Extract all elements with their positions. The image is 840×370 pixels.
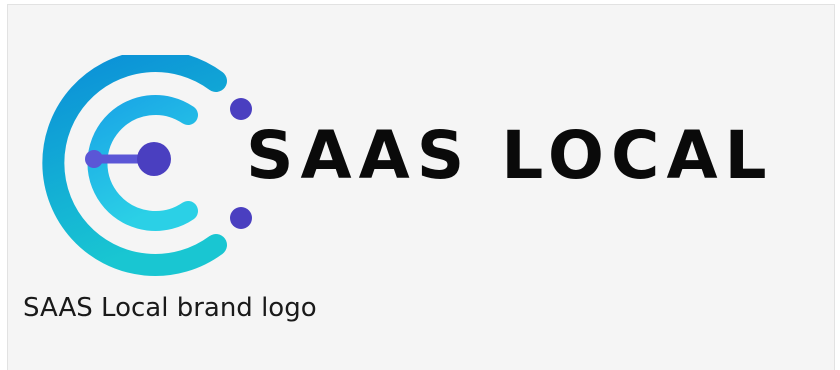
logo-area: SAAS LOCAL [8,5,834,285]
small-node-shape [85,150,103,168]
bottom-dot-shape [230,207,252,229]
saas-local-logo-mark-icon [42,55,252,276]
image-caption: SAAS Local brand logo [23,293,317,323]
main-node-shape [137,142,171,176]
logo-wordmark: SAAS LOCAL [246,117,774,194]
logo-card: SAAS LOCAL SAAS Local brand logo [7,4,835,370]
